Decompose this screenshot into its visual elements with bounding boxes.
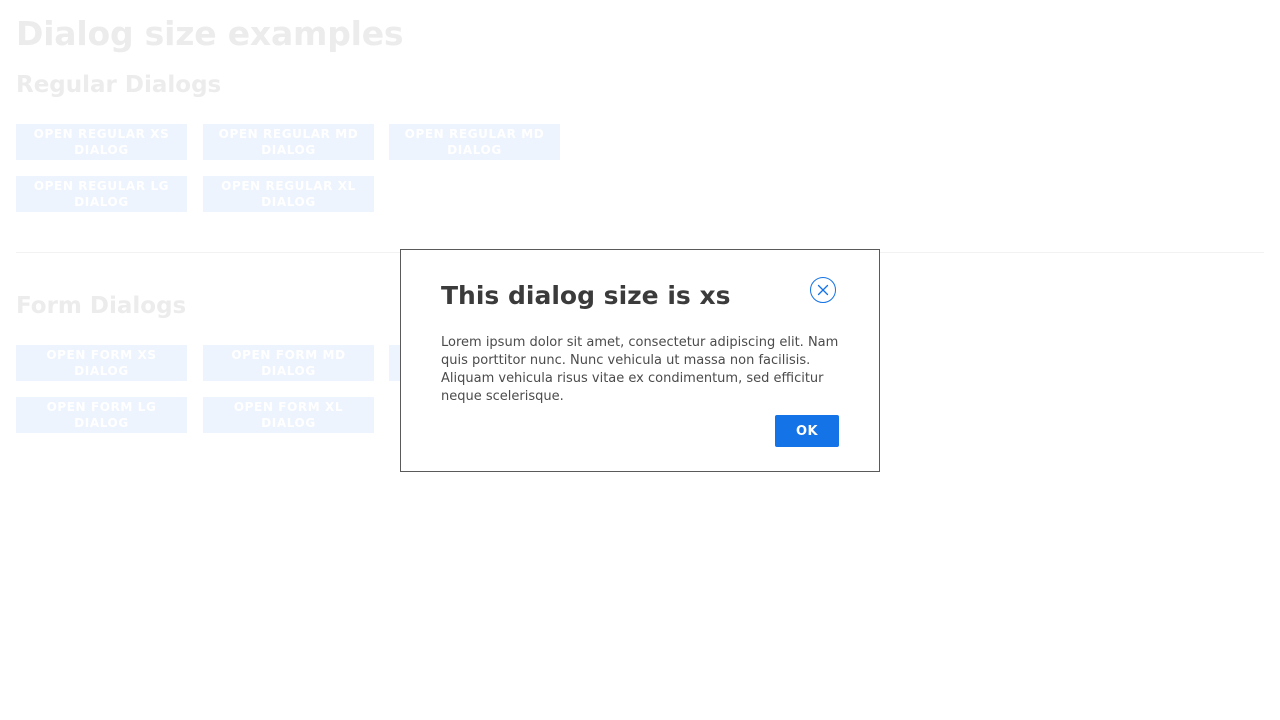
dialog-title: This dialog size is xs <box>441 281 731 310</box>
dialog-body-text: Lorem ipsum dolor sit amet, consectetur … <box>441 335 839 404</box>
open-regular-lg-dialog-button[interactable]: OPEN REGULAR LG DIALOG <box>16 176 187 212</box>
close-icon <box>817 284 829 296</box>
regular-dialogs-heading: Regular Dialogs <box>16 72 222 98</box>
open-regular-md-dialog-button-2[interactable]: OPEN REGULAR MD DIALOG <box>389 124 560 160</box>
open-regular-md-dialog-button[interactable]: OPEN REGULAR MD DIALOG <box>203 124 374 160</box>
page-title: Dialog size examples <box>16 14 404 53</box>
open-regular-xs-dialog-button[interactable]: OPEN REGULAR XS DIALOG <box>16 124 187 160</box>
open-form-md-dialog-button[interactable]: OPEN FORM MD DIALOG <box>203 345 374 381</box>
open-form-lg-dialog-button-2[interactable]: OPEN FORM LG DIALOG <box>16 397 187 433</box>
open-form-xs-dialog-button[interactable]: OPEN FORM XS DIALOG <box>16 345 187 381</box>
dialog-close-button[interactable] <box>810 277 836 303</box>
dialog: This dialog size is xs Lorem ipsum dolor… <box>400 249 880 472</box>
form-dialogs-heading: Form Dialogs <box>16 293 187 319</box>
ok-button[interactable]: OK <box>775 415 839 447</box>
open-form-xl-dialog-button[interactable]: OPEN FORM XL DIALOG <box>203 397 374 433</box>
page: Dialog size examples Regular Dialogs OPE… <box>0 0 1280 720</box>
open-regular-xl-dialog-button[interactable]: OPEN REGULAR XL DIALOG <box>203 176 374 212</box>
